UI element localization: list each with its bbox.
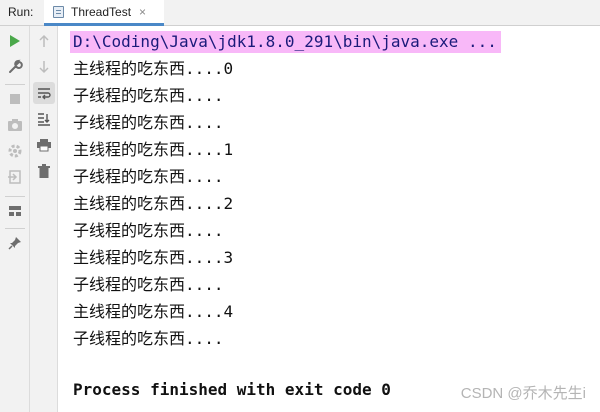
stop-icon[interactable] [4,88,26,110]
output-line: 主线程的吃东西....3 [73,248,234,267]
run-toolwindow-header: Run: ThreadTest × [0,0,600,26]
print-icon[interactable] [33,134,55,156]
tab-title: ThreadTest [71,4,132,19]
tab-threadtest[interactable]: ThreadTest × [44,0,164,26]
layout-icon[interactable] [4,200,26,222]
run-toolbar-left [0,26,30,412]
process-finished-message: Process finished with exit code 0 [73,380,391,399]
login-icon[interactable] [4,166,26,188]
output-line: 子线程的吃东西.... [73,167,224,186]
command-line[interactable]: D:\Coding\Java\jdk1.8.0_291\bin\java.exe… [70,31,501,53]
soft-wrap-icon[interactable] [33,82,55,104]
toolbar-separator [5,84,25,85]
wrench-icon[interactable] [4,56,26,78]
scroll-to-end-icon[interactable] [33,108,55,130]
output-line: 子线程的吃东西.... [73,329,224,348]
output-line: 主线程的吃东西....2 [73,194,234,213]
pin-icon[interactable] [4,232,26,254]
console-output[interactable]: D:\Coding\Java\jdk1.8.0_291\bin\java.exe… [58,26,600,412]
output-line: 主线程的吃东西....4 [73,302,234,321]
arrow-down-icon[interactable] [33,56,55,78]
trash-icon[interactable] [33,160,55,182]
arrow-up-icon[interactable] [33,30,55,52]
output-line: 子线程的吃东西.... [73,113,224,132]
gear-icon[interactable] [4,140,26,162]
run-label: Run: [8,5,34,19]
toolbar-separator [5,228,25,229]
run-config-icon [53,5,64,18]
run-toolbar-right [30,26,58,412]
close-icon[interactable]: × [139,5,146,19]
output-line: 子线程的吃东西.... [73,221,224,240]
output-line: 子线程的吃东西.... [73,86,224,105]
output-line: 子线程的吃东西.... [73,275,224,294]
toolbar-separator [5,196,25,197]
camera-icon[interactable] [4,114,26,136]
output-line: 主线程的吃东西....0 [73,59,234,78]
output-line: 主线程的吃东西....1 [73,140,234,159]
rerun-icon[interactable] [4,30,26,52]
watermark: CSDN @乔木先生i [460,385,586,402]
